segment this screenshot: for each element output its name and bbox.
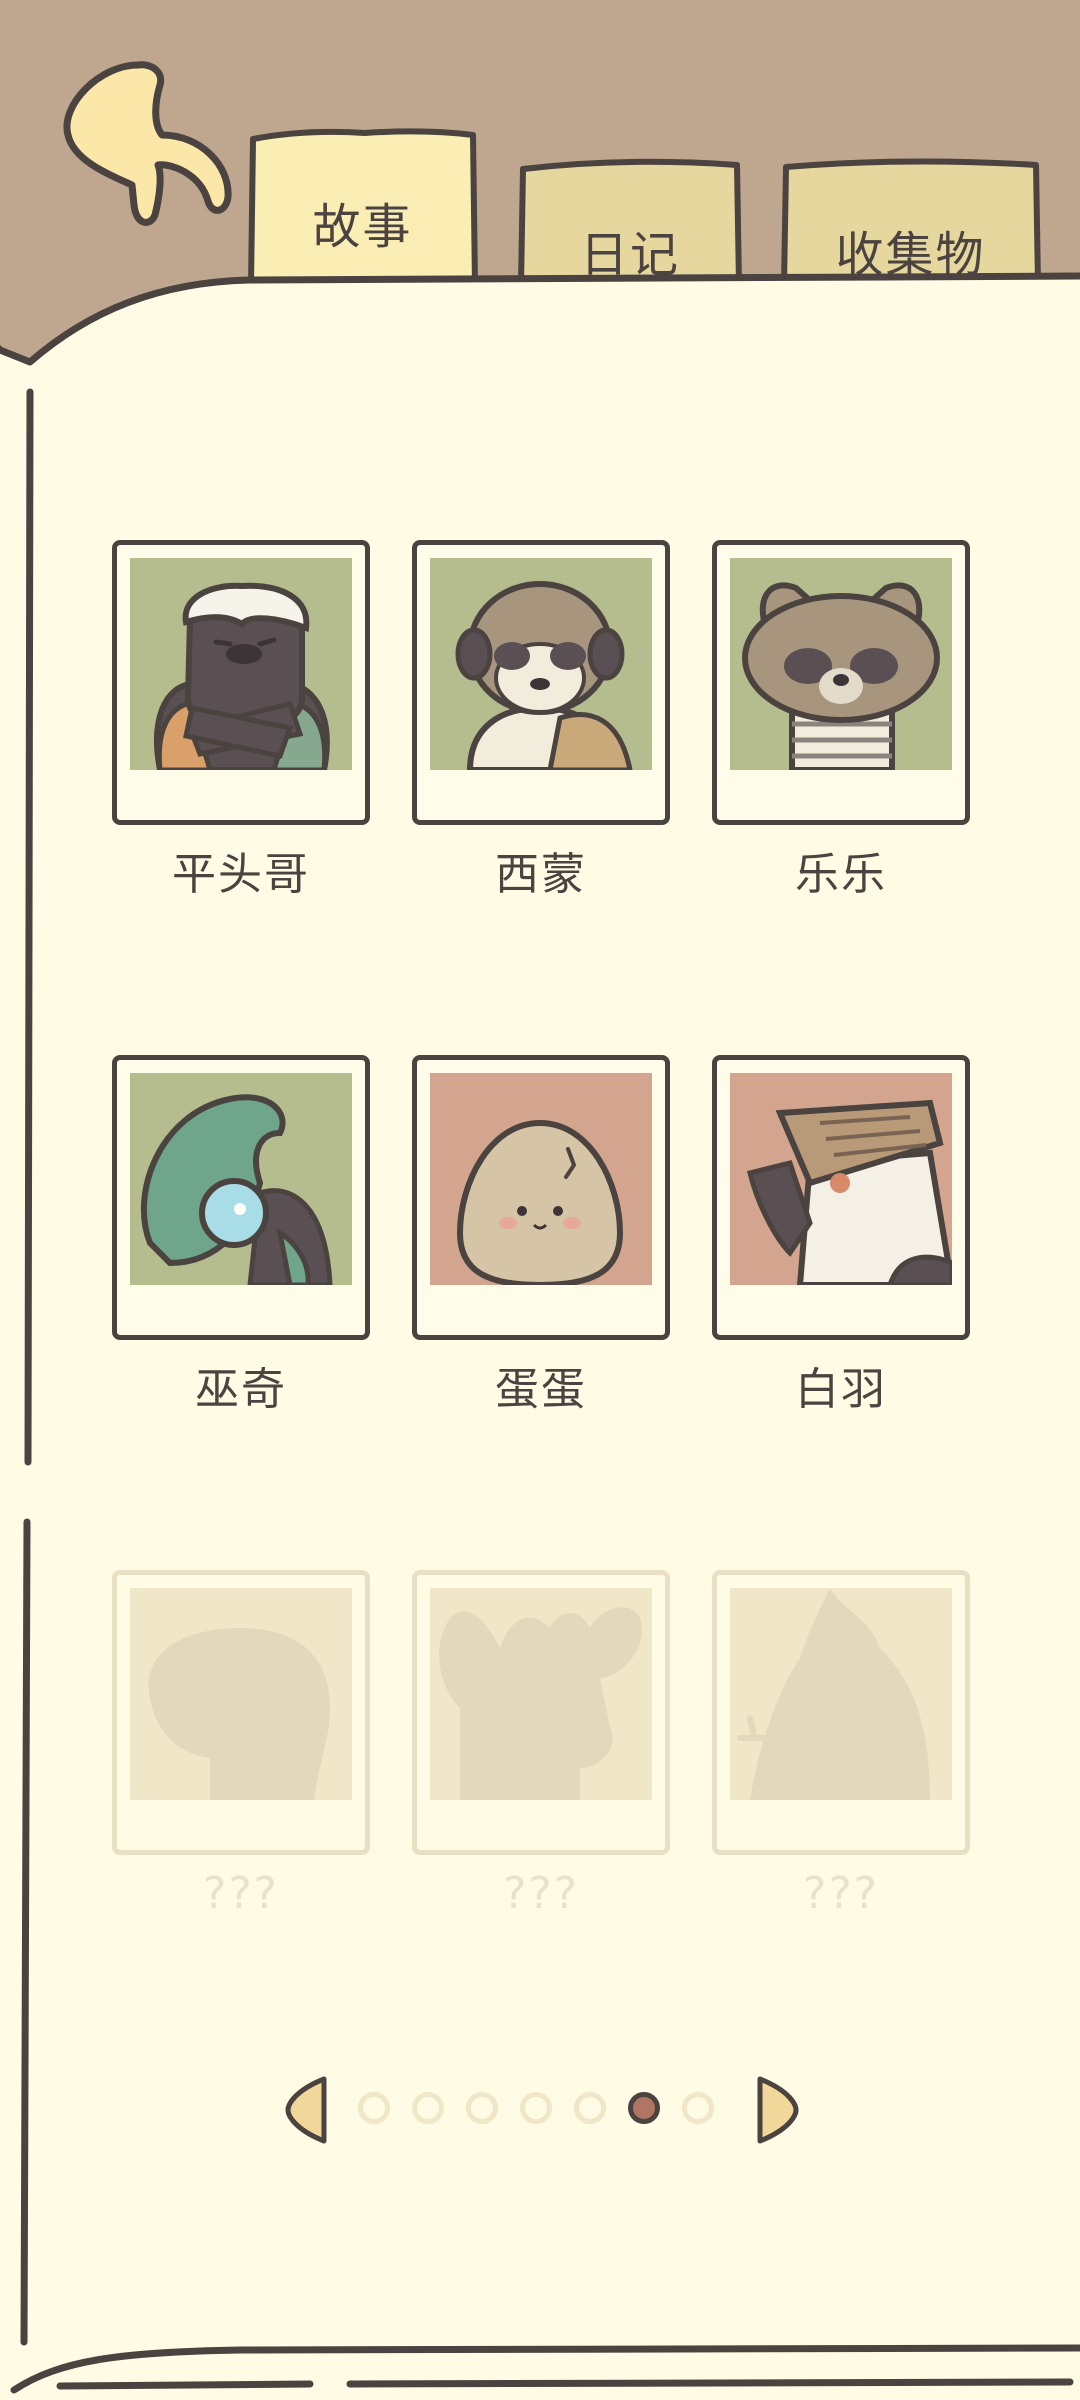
character-card-bird[interactable] [712, 1055, 970, 1340]
honey-badger-portrait-icon [130, 558, 352, 770]
tab-story[interactable]: 故事 [245, 125, 480, 285]
meerkat-portrait-icon [430, 558, 652, 770]
character-name: 白羽 [795, 1364, 887, 1415]
character-card-locked[interactable] [112, 1570, 370, 1855]
locked-moose-silhouette-icon [430, 1588, 652, 1800]
bird-hat-portrait-icon [730, 1073, 952, 1285]
character-name: 巫奇 [195, 1364, 287, 1415]
raccoon-dog-portrait-icon [730, 558, 952, 770]
page-dot-4[interactable] [520, 2092, 552, 2124]
character-name-locked: ??? [202, 1868, 280, 1919]
character-card-locked[interactable] [712, 1570, 970, 1855]
character-name: 乐乐 [795, 849, 887, 900]
character-card-egg[interactable] [412, 1055, 670, 1340]
egg-portrait-icon [430, 1073, 652, 1285]
tab-diary[interactable]: 日记 [515, 155, 745, 285]
chameleon-portrait-icon [130, 1073, 352, 1285]
prev-page-button[interactable] [284, 2075, 334, 2145]
character-name: 蛋蛋 [495, 1364, 587, 1415]
character-card-raccoon[interactable] [712, 540, 970, 825]
character-name: 平头哥 [172, 849, 310, 900]
character-card-chameleon[interactable] [112, 1055, 370, 1340]
tab-collections[interactable]: 收集物 [778, 155, 1043, 285]
chevron-left-icon [285, 2076, 327, 2144]
character-name-locked: ??? [502, 1868, 580, 1919]
character-card-locked[interactable] [412, 1570, 670, 1855]
tab-collections-label: 收集物 [835, 227, 986, 283]
page-dot-7[interactable] [682, 2092, 714, 2124]
page-dot-2[interactable] [412, 2092, 444, 2124]
tab-story-label: 故事 [312, 199, 413, 255]
tab-diary-label: 日记 [579, 227, 680, 283]
next-page-button[interactable] [750, 2075, 800, 2145]
locked-bird-silhouette-icon [730, 1588, 952, 1800]
back-arrow-icon [63, 61, 232, 226]
page-dot-3[interactable] [466, 2092, 498, 2124]
page-dot-5[interactable] [574, 2092, 606, 2124]
page-indicator [280, 2075, 800, 2145]
page-dot-1[interactable] [358, 2092, 390, 2124]
chevron-right-icon [757, 2076, 799, 2144]
page-dot-6-active[interactable] [628, 2092, 660, 2124]
locked-silhouette-icon [130, 1588, 352, 1800]
character-card-badger[interactable] [112, 540, 370, 825]
character-name-locked: ??? [802, 1868, 880, 1919]
character-card-meerkat[interactable] [412, 540, 670, 825]
character-name: 西蒙 [495, 849, 587, 900]
back-button[interactable] [50, 55, 240, 235]
